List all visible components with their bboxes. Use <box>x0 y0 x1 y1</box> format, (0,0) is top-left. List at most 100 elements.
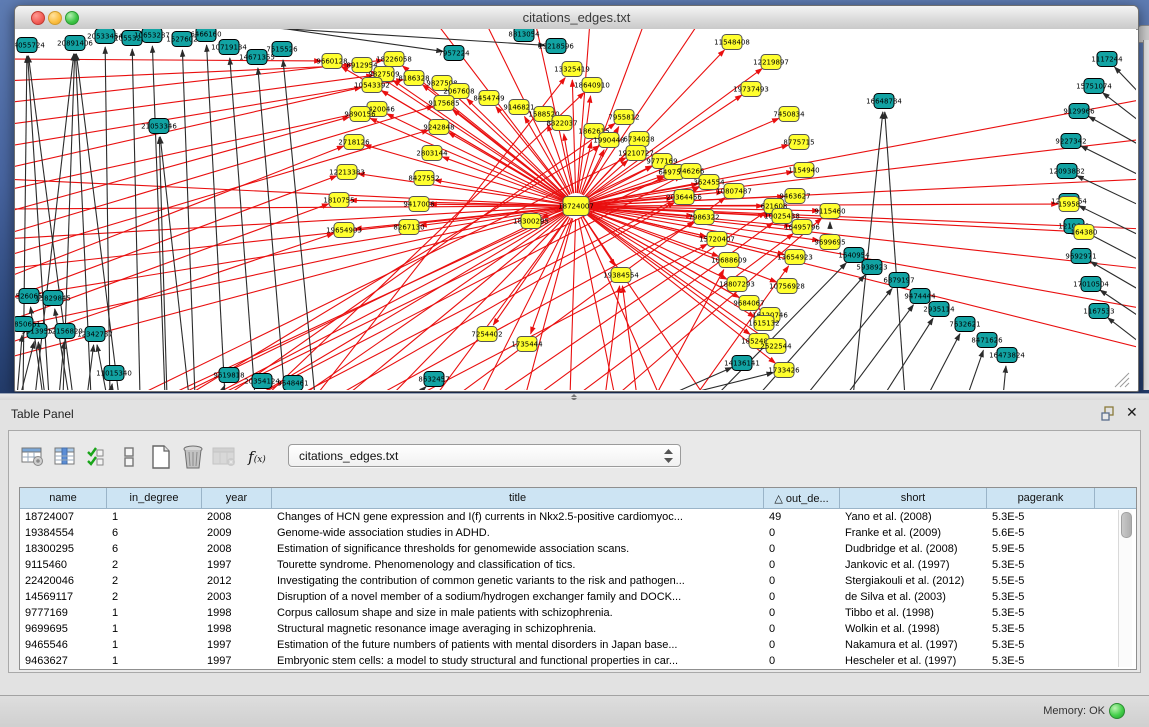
graph-node[interactable]: 7957224 <box>438 46 470 61</box>
delete-trash-icon[interactable] <box>177 442 209 472</box>
scrollbar-thumb[interactable] <box>1121 512 1132 538</box>
graph-edge[interactable] <box>230 58 255 390</box>
graph-edge[interactable] <box>1103 93 1136 124</box>
graph-edge[interactable] <box>805 289 892 390</box>
graph-node[interactable]: 12093882 <box>1049 164 1085 179</box>
table-row[interactable]: 1456911722003Disruption of a novel membe… <box>20 589 1136 605</box>
graph-node[interactable]: 9548461 <box>277 376 308 391</box>
graph-edge[interactable] <box>967 350 983 390</box>
graph-node[interactable]: 9242848 <box>423 120 454 135</box>
graph-edge[interactable] <box>415 387 426 390</box>
column-header-year[interactable]: year <box>202 488 272 508</box>
graph-node[interactable]: 9684067 <box>733 296 764 311</box>
graph-node[interactable]: 7254402 <box>471 327 502 342</box>
graph-edge[interactable] <box>28 56 49 390</box>
graph-node[interactable]: 8186328 <box>398 71 429 86</box>
graph-edge[interactable] <box>583 217 705 390</box>
graph-node[interactable]: 16473824 <box>989 348 1025 363</box>
attribute-table[interactable]: namein_degreeyeartitle△ out_de...shortpa… <box>19 487 1137 670</box>
graph-node[interactable]: 7632621 <box>949 317 980 332</box>
graph-edge[interactable] <box>480 218 570 390</box>
column-header-name[interactable]: name <box>20 488 107 508</box>
graph-node[interactable]: 2718126 <box>338 135 370 150</box>
row-selector-icon[interactable] <box>113 442 145 472</box>
graph-edge[interactable] <box>1003 366 1006 390</box>
graph-edge[interactable] <box>15 59 321 61</box>
graph-node[interactable]: 8454749 <box>473 91 504 106</box>
graph-node[interactable]: 1117244 <box>1091 52 1123 67</box>
graph-node[interactable]: 8813054 <box>508 29 540 42</box>
graph-edge[interactable] <box>927 334 960 390</box>
graph-edge[interactable] <box>415 244 707 390</box>
table-scrollbar[interactable] <box>1118 510 1132 667</box>
graph-node[interactable]: 15751074 <box>1076 79 1112 94</box>
graph-node[interactable]: 8427552 <box>408 171 439 186</box>
graph-node[interactable]: 1735444 <box>511 337 543 352</box>
table-row[interactable]: 1938455462009Genome-wide association stu… <box>20 525 1136 541</box>
graph-node[interactable]: 10688609 <box>711 253 747 268</box>
graph-edge[interactable] <box>589 99 1136 204</box>
graph-edge[interactable] <box>258 68 285 390</box>
close-panel-icon[interactable]: ✕ <box>1126 404 1138 421</box>
graph-node[interactable]: 9619818 <box>213 368 244 383</box>
table-row[interactable]: 1872400712008Changes of HCN gene express… <box>20 509 1136 525</box>
graph-node[interactable]: 10719134 <box>211 40 247 55</box>
graph-edge[interactable] <box>105 47 110 390</box>
column-header-title[interactable]: title <box>272 488 764 508</box>
graph-node[interactable]: 16648784 <box>866 94 902 109</box>
graph-node[interactable]: 17010504 <box>1073 277 1109 292</box>
table-row[interactable]: 969969511998Structural magnetic resonanc… <box>20 621 1136 637</box>
graph-edge[interactable] <box>581 29 645 194</box>
graph-node[interactable]: 18226058 <box>376 52 412 67</box>
graph-edge[interactable] <box>435 216 568 390</box>
graph-edge[interactable] <box>300 213 565 390</box>
graph-edge[interactable] <box>15 204 329 323</box>
graph-edge[interactable] <box>570 219 576 390</box>
memory-status-icon[interactable] <box>1109 703 1125 719</box>
column-select-icon[interactable] <box>49 442 81 472</box>
graph-edge[interactable] <box>1081 146 1136 177</box>
function-builder-icon[interactable]: f(x) <box>241 442 273 472</box>
table-settings-icon[interactable] <box>17 442 49 472</box>
column-header-in_degree[interactable]: in_degree <box>107 488 202 508</box>
graph-edge[interactable] <box>152 46 165 390</box>
graph-node[interactable]: 6879197 <box>883 273 914 288</box>
graph-edge[interactable] <box>35 54 74 390</box>
window-titlebar[interactable]: citations_edges.txt <box>15 6 1138 30</box>
column-visibility-icon[interactable] <box>81 442 113 472</box>
graph-node[interactable]: 1733426 <box>768 363 800 378</box>
graph-edge[interactable] <box>23 56 27 390</box>
graph-node[interactable]: 19654903 <box>326 223 362 238</box>
table-row[interactable]: 946362711997Embryonic stem cells: a mode… <box>20 653 1136 669</box>
graph-node[interactable]: 11548408 <box>714 35 750 50</box>
network-graph[interactable]: 1405572420891406205334641055325710653287… <box>15 29 1136 390</box>
graph-edge[interactable] <box>358 174 563 204</box>
table-row[interactable]: 977716911998Corpus callosum shape and si… <box>20 605 1136 621</box>
graph-edge[interactable] <box>132 49 140 390</box>
canvas-resize-grip[interactable] <box>1115 373 1129 387</box>
graph-node[interactable]: 19737493 <box>733 82 769 97</box>
graph-node[interactable]: 2803144 <box>416 146 448 161</box>
graph-node[interactable]: 21053346 <box>141 119 177 134</box>
graph-edge[interactable] <box>605 286 620 390</box>
graph-edge[interactable] <box>885 112 905 390</box>
new-table-icon[interactable] <box>145 442 177 472</box>
graph-edge[interactable] <box>15 207 563 269</box>
graph-node[interactable]: 9699695 <box>814 235 845 250</box>
graph-edge[interactable] <box>15 146 344 279</box>
graph-edge[interactable] <box>15 209 563 329</box>
column-header-out_de[interactable]: △ out_de... <box>764 488 840 508</box>
graph-node[interactable]: 12219897 <box>753 55 789 70</box>
graph-node[interactable]: 9129966 <box>1063 104 1095 119</box>
column-header-pagerank[interactable]: pagerank <box>987 488 1095 508</box>
graph-node[interactable]: 8775715 <box>783 135 814 150</box>
graph-edge[interactable] <box>572 80 575 193</box>
graph-edge[interactable] <box>182 50 195 390</box>
table-row[interactable]: 1830029562008Estimation of significance … <box>20 541 1136 557</box>
graph-node[interactable]: 19218596 <box>538 39 574 54</box>
graph-node[interactable]: 2935114 <box>923 302 955 317</box>
table-header-row[interactable]: namein_degreeyeartitle△ out_de...shortpa… <box>20 488 1136 509</box>
graph-node[interactable]: 164380 <box>1071 225 1098 240</box>
network-canvas[interactable]: 1405572420891406205334641055325710653287… <box>15 29 1136 390</box>
graph-edge[interactable] <box>15 106 433 235</box>
